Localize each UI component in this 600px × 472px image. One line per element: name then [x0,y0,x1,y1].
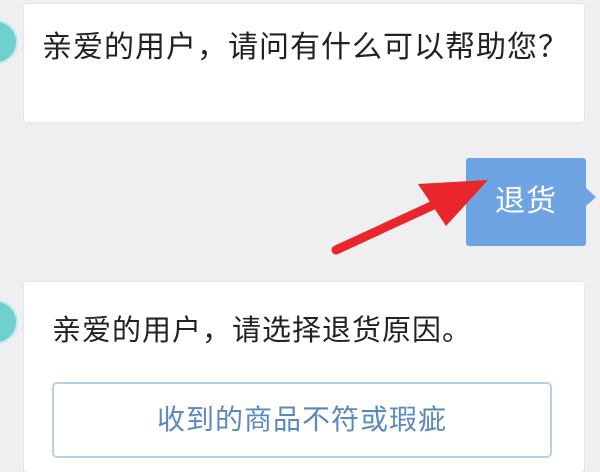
agent-avatar [0,300,18,344]
user-message-bubble: 退货 [466,158,596,246]
bubble-tail [586,188,596,206]
agent-greeting-text: 亲爱的用户，请问有什么可以帮助您？ [42,30,569,65]
agent-avatar [0,20,18,64]
agent-message-bubble: 亲爱的用户，请选择退货原因。 收到的商品不符或瑕疵 [24,282,584,472]
return-reason-option[interactable]: 收到的商品不符或瑕疵 [52,382,552,458]
agent-prompt-text: 亲爱的用户，请选择退货原因。 [52,313,473,347]
agent-message-bubble: 亲爱的用户，请问有什么可以帮助您？ [24,4,584,122]
user-message-text: 退货 [495,184,557,219]
